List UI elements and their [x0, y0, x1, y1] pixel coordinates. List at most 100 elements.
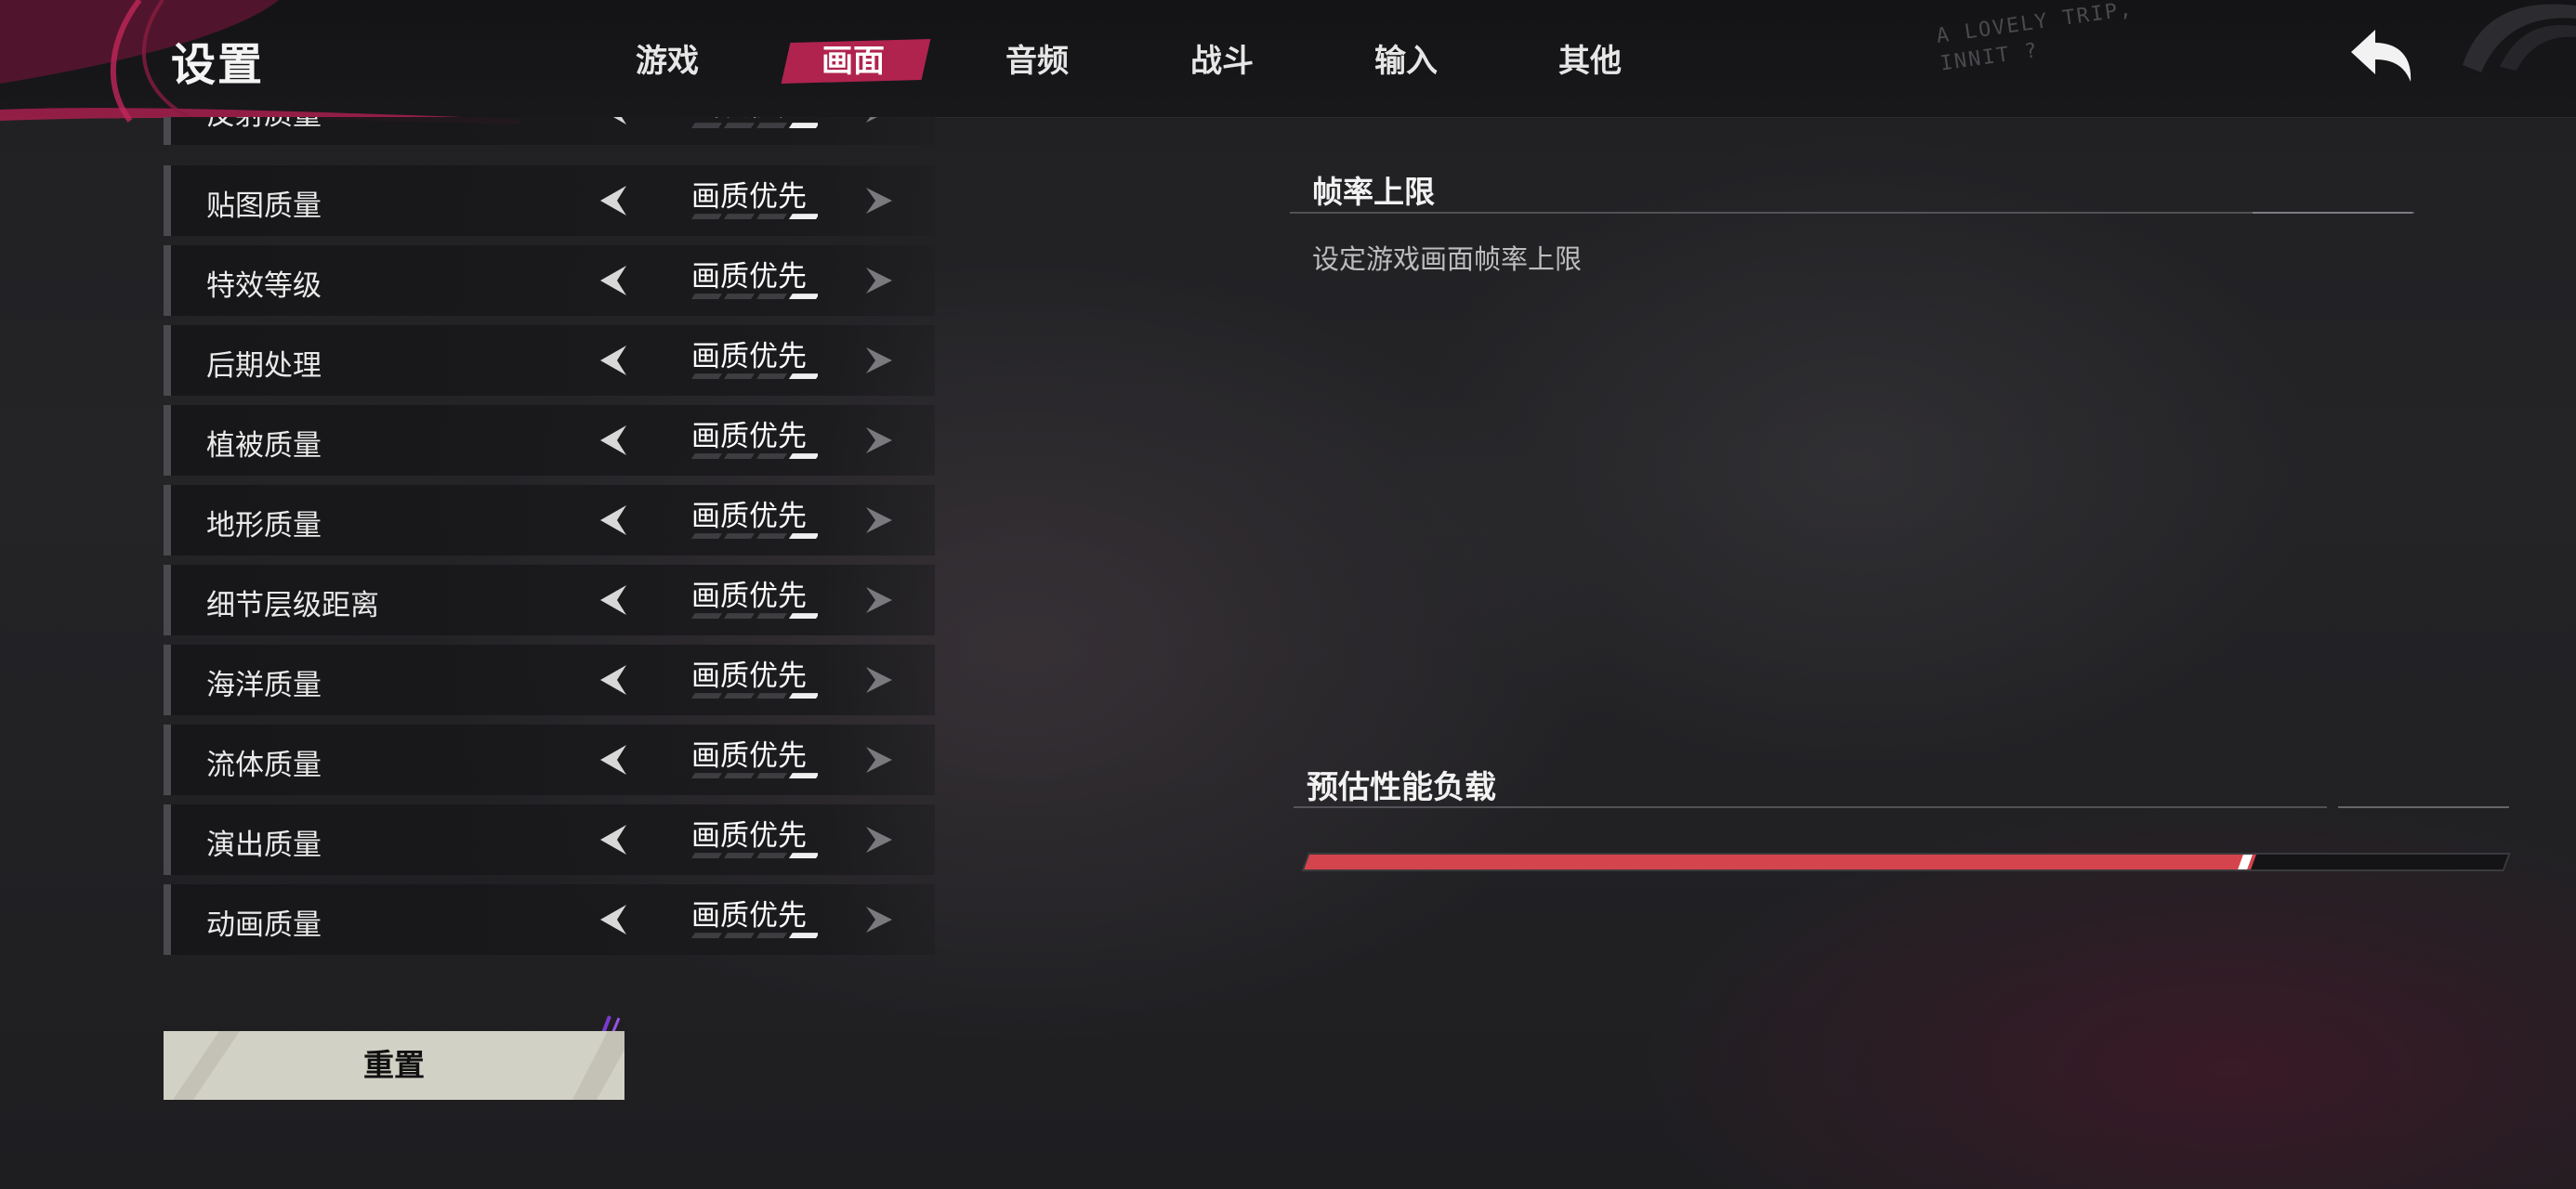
top-bar: 设置 游戏 画面 音频 战斗 输入 其他 A LOVELY TRIP, INNI… [0, 0, 2576, 124]
quality-pip [723, 123, 755, 128]
setting-label: 反射质量 [206, 117, 322, 133]
setting-row[interactable]: 流体质量 画质优先 [164, 725, 935, 795]
tab-graphics-label: 画面 [821, 43, 885, 80]
tab-game[interactable]: 游戏 [632, 37, 703, 85]
setting-label: 特效等级 [206, 269, 322, 303]
quality-pip [756, 933, 787, 938]
chevron-right-icon[interactable] [862, 663, 896, 697]
chevron-right-icon[interactable] [862, 264, 896, 297]
quality-pip [756, 123, 787, 128]
setting-row[interactable]: 海洋质量 画质优先 [164, 645, 935, 715]
quality-pip [788, 214, 818, 219]
setting-value: 画质优先 [691, 660, 807, 693]
performance-load-fill [1304, 855, 2256, 869]
chevron-left-icon[interactable] [595, 661, 632, 699]
tab-other-label: 其他 [1558, 43, 1622, 80]
row-accent [164, 117, 171, 145]
quality-level-indicator [691, 453, 818, 459]
quality-pip [723, 373, 755, 379]
setting-row[interactable]: 反射质量画质优先 [164, 117, 935, 145]
detail-description: 设定游戏画面帧率上限 [1312, 243, 1583, 275]
setting-label: 地形质量 [206, 509, 322, 542]
setting-row[interactable]: 动画质量 画质优先 [164, 884, 935, 955]
setting-label: 动画质量 [206, 908, 322, 942]
quality-pip [691, 373, 723, 379]
quality-pip [788, 853, 818, 858]
back-arrow-icon[interactable] [2344, 24, 2418, 89]
chevron-left-icon[interactable] [595, 821, 632, 858]
setting-value: 画质优先 [691, 899, 807, 933]
chevron-left-icon[interactable] [595, 342, 632, 379]
chevron-left-icon[interactable] [595, 741, 632, 778]
quality-pip [756, 773, 787, 778]
quality-level-indicator [691, 613, 818, 619]
setting-label: 植被质量 [206, 429, 322, 463]
tab-audio-label: 音频 [1005, 43, 1069, 80]
tab-audio[interactable]: 音频 [1002, 37, 1072, 85]
quality-level-indicator [691, 853, 818, 858]
chevron-right-icon[interactable] [862, 903, 896, 936]
quality-pip [723, 693, 755, 699]
quality-pip [788, 773, 818, 778]
chevron-left-icon[interactable] [595, 502, 632, 539]
row-accent [164, 884, 171, 955]
setting-row[interactable]: 后期处理 画质优先 [164, 325, 935, 396]
chevron-left-icon[interactable] [595, 117, 632, 128]
tab-combat[interactable]: 战斗 [1187, 37, 1257, 85]
setting-row[interactable]: 贴图质量 画质优先 [164, 165, 935, 236]
chevron-right-icon[interactable] [862, 344, 896, 377]
setting-label: 细节层级距离 [206, 589, 379, 622]
quality-pip [788, 373, 818, 379]
quality-pip [788, 123, 818, 128]
setting-value: 画质优先 [691, 500, 807, 533]
detail-title-rule-end [2253, 212, 2412, 214]
tab-graphics[interactable]: 画面 [781, 37, 931, 85]
quality-pip [788, 294, 818, 299]
setting-row[interactable]: 地形质量 画质优先 [164, 485, 935, 555]
chevron-right-icon[interactable] [862, 823, 896, 856]
quality-pip [723, 933, 755, 938]
tab-other[interactable]: 其他 [1555, 37, 1625, 85]
setting-value: 画质优先 [691, 340, 807, 373]
quality-level-indicator [691, 933, 818, 938]
setting-value: 画质优先 [691, 420, 807, 453]
quality-pip [691, 214, 723, 219]
chevron-left-icon[interactable] [595, 901, 632, 938]
chevron-right-icon[interactable] [862, 184, 896, 217]
setting-row[interactable]: 细节层级距离 画质优先 [164, 565, 935, 635]
chevron-right-icon[interactable] [862, 424, 896, 457]
quality-level-indicator [691, 373, 818, 379]
setting-label: 贴图质量 [206, 189, 322, 223]
quality-pip [691, 693, 723, 699]
chevron-right-icon[interactable] [862, 117, 896, 126]
quality-pip [691, 294, 723, 299]
quality-pip [756, 294, 787, 299]
setting-row[interactable]: 特效等级 画质优先 [164, 245, 935, 316]
reset-button[interactable]: 重置 [164, 1031, 624, 1100]
chevron-right-icon[interactable] [862, 583, 896, 617]
chevron-left-icon[interactable] [595, 422, 632, 459]
setting-row[interactable]: 植被质量 画质优先 [164, 405, 935, 476]
quality-pip [788, 613, 818, 619]
quality-pip [788, 453, 818, 459]
performance-load-title: 预估性能负载 [1307, 769, 1496, 806]
tab-game-label: 游戏 [636, 43, 699, 80]
quality-pip [691, 613, 723, 619]
chevron-left-icon[interactable] [595, 581, 632, 619]
chevron-right-icon[interactable] [862, 503, 896, 537]
tab-input-label: 输入 [1374, 43, 1438, 80]
tab-input[interactable]: 输入 [1371, 37, 1441, 85]
setting-label: 演出质量 [206, 829, 322, 862]
quality-pip [788, 693, 818, 699]
chevron-left-icon[interactable] [595, 262, 632, 299]
quality-pip [723, 294, 755, 299]
chevron-left-icon[interactable] [595, 182, 632, 219]
quality-pip [691, 533, 723, 539]
row-accent [164, 725, 171, 795]
quality-pip [756, 613, 787, 619]
quality-pip [723, 533, 755, 539]
setting-row[interactable]: 演出质量 画质优先 [164, 804, 935, 875]
reset-button-label: 重置 [363, 1047, 425, 1083]
chevron-right-icon[interactable] [862, 743, 896, 777]
quality-pip [756, 214, 787, 219]
